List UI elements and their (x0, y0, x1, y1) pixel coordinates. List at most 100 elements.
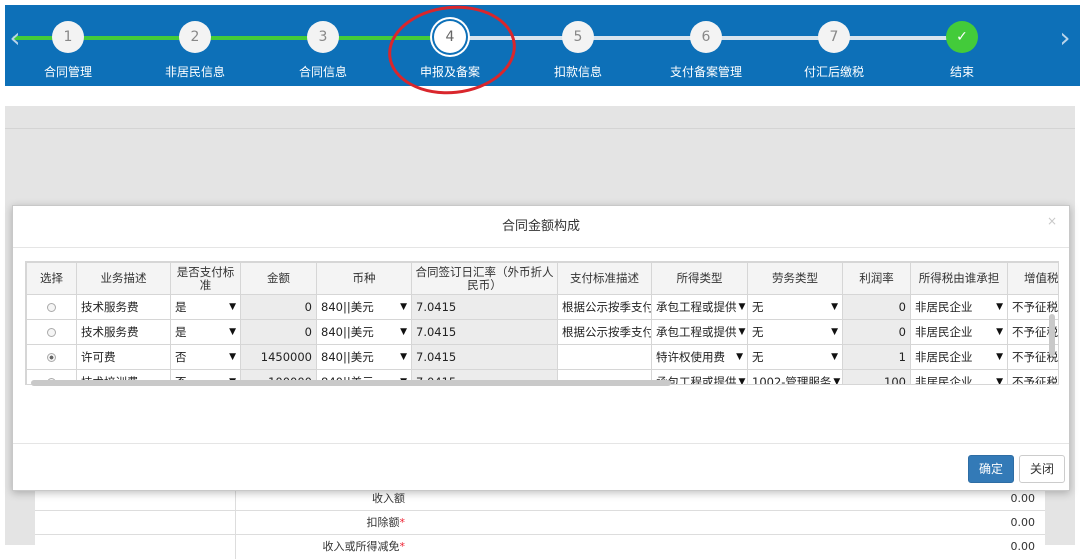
step-number: 2 (179, 21, 211, 53)
exchange-rate: 7.0415 (416, 300, 457, 314)
labor-type-select[interactable]: 无 ▼ (752, 324, 838, 340)
form-label: 扣除额* (366, 516, 406, 529)
step-number: 7 (818, 21, 850, 53)
dropdown-arrow-icon: ▼ (996, 302, 1003, 312)
income-type-select[interactable]: 特许权使用费 ▼ (656, 349, 743, 365)
divider (5, 128, 1075, 129)
business-desc: 技术服务费 (81, 300, 139, 314)
tax-payer-select[interactable]: 非居民企业 ▼ (915, 324, 1003, 340)
form-value: 0.00 (1010, 516, 1036, 529)
dialog-footer-divider (13, 443, 1069, 444)
labor-type-select[interactable]: 无 ▼ (752, 299, 838, 315)
col-header: 选择 (26, 262, 77, 295)
step-label: 扣款信息 (553, 65, 602, 79)
tax-payer-select[interactable]: 非居民企业 ▼ (915, 374, 1003, 384)
form-row: 扣除额* 0.00 (35, 510, 1045, 535)
col-header: 增值税由 (1007, 262, 1058, 295)
standard-desc: 根据公示按季支付 (562, 325, 652, 339)
step-7[interactable]: 7 付汇后缴税 (779, 21, 889, 80)
step-label: 付汇后缴税 (803, 65, 864, 79)
amount-input[interactable]: 0 (305, 300, 312, 314)
exchange-rate: 7.0415 (416, 350, 457, 364)
col-header: 所得类型 (651, 262, 748, 295)
table-row: 技术服务费 是 ▼ 0 840||美元 ▼ 7.0415 根据公示按季支付 承包工程… (26, 294, 1058, 320)
dropdown-arrow-icon: ▼ (996, 327, 1003, 337)
row-select-radio[interactable] (47, 328, 56, 337)
labor-type-select[interactable]: 无 ▼ (752, 349, 838, 365)
progress-stepper: ‹ › 1 合同管理 2 非居民信息 3 合同信息 4 申报及备案 5 扣款信息… (5, 5, 1080, 86)
dropdown-arrow-icon: ▼ (831, 327, 838, 337)
profit-rate[interactable]: 0 (899, 325, 906, 339)
step-3[interactable]: 3 合同信息 (268, 21, 378, 80)
dropdown-arrow-icon: ▼ (996, 352, 1003, 362)
amount-input[interactable]: 1450000 (261, 350, 312, 364)
step-1[interactable]: 1 合同管理 (13, 21, 123, 80)
dropdown-arrow-icon: ▼ (229, 352, 236, 362)
row-select-radio[interactable] (47, 303, 56, 312)
tax-payer-select[interactable]: 非居民企业 ▼ (915, 349, 1003, 365)
currency-select[interactable]: 840||美元▼ (321, 299, 407, 315)
exchange-rate: 7.0415 (416, 325, 457, 339)
form-row: 收入或所得减免* 0.00 (35, 534, 1045, 559)
amount-table: 选择 业务描述 是否支付标准 金额 币种 合同签订日汇率（外币折人民币） 支付标… (25, 261, 1059, 385)
row-select-radio[interactable] (47, 353, 56, 362)
standard-desc: 根据公示按季支付 (562, 300, 652, 314)
confirm-button[interactable]: 确定 (968, 455, 1015, 483)
form-value: 0.00 (1010, 540, 1036, 553)
col-header: 金额 (240, 262, 317, 295)
amount-input[interactable]: 0 (305, 325, 312, 339)
col-header: 劳务类型 (747, 262, 843, 295)
dropdown-arrow-icon: ▼ (831, 302, 838, 312)
step-finish[interactable]: ✓ 结束 (907, 21, 1017, 80)
col-header: 利润率 (842, 262, 911, 295)
stepper-next-icon[interactable]: › (1055, 23, 1075, 53)
income-type-select[interactable]: 承包工程或提供 ▼ (656, 299, 746, 315)
currency-select[interactable]: 840||美元▼ (321, 349, 407, 365)
labor-type-select[interactable]: 1002-管理服务 ▼ (752, 374, 841, 385)
vertical-scrollbar[interactable] (1049, 314, 1055, 356)
close-icon[interactable]: × (1047, 214, 1057, 228)
vat-payer[interactable]: 不予征税 (1012, 300, 1058, 314)
table-row: 技术服务费 是 ▼ 0 840||美元 ▼ 7.0415 根据公示按季支付 承包工程… (26, 319, 1058, 345)
currency-select[interactable]: 840||美元▼ (321, 324, 407, 340)
form-label: 收入或所得减免* (322, 540, 406, 553)
col-header: 所得税由谁承担 (910, 262, 1008, 295)
is-standard-select[interactable]: 是 ▼ (175, 299, 236, 315)
col-header: 合同签订日汇率（外币折人民币） (411, 262, 558, 295)
business-desc: 许可费 (81, 350, 116, 364)
dropdown-arrow-icon: ▼ (738, 302, 746, 312)
step-6[interactable]: 6 支付备案管理 (651, 21, 761, 80)
step-label: 合同管理 (43, 65, 92, 79)
dropdown-arrow-icon: ▼ (229, 327, 236, 337)
is-standard-select[interactable]: 否▼ (175, 349, 236, 365)
step-5[interactable]: 5 扣款信息 (523, 21, 633, 80)
tax-payer-select[interactable]: 非居民企业 ▼ (915, 299, 1003, 315)
dropdown-arrow-icon: ▼ (400, 302, 407, 312)
step-2[interactable]: 2 非居民信息 (140, 21, 250, 80)
contract-amount-dialog: 合同金额构成 × 选择 业务描述 是否支付标准 金额 币种 合同签订日汇率（外币… (12, 205, 1070, 491)
step-number: 1 (52, 21, 84, 53)
table-row: 许可费 否 ▼ 1450000 840||美元 ▼ 7.0415 特许权使用费 ▼ 无… (26, 344, 1058, 370)
dialog-title: 合同金额构成 (13, 206, 1069, 248)
dropdown-arrow-icon: ▼ (738, 377, 746, 385)
business-desc: 技术服务费 (81, 325, 139, 339)
dropdown-arrow-icon: ▼ (738, 327, 746, 337)
step-label: 非居民信息 (164, 65, 225, 79)
profit-rate[interactable]: 1 (899, 350, 906, 364)
step-number: 5 (562, 21, 594, 53)
vat-payer[interactable]: 不予征税 (1012, 375, 1058, 384)
step-label: 结束 (949, 65, 974, 79)
income-type-select[interactable]: 承包工程或提供 ▼ (656, 324, 746, 340)
col-header: 支付标准描述 (557, 262, 652, 295)
col-header: 业务描述 (76, 262, 171, 295)
profit-rate[interactable]: 0 (899, 300, 906, 314)
dropdown-arrow-icon: ▼ (400, 352, 407, 362)
step-label: 合同信息 (298, 65, 347, 79)
step-label: 支付备案管理 (669, 65, 742, 79)
close-button[interactable]: 关闭 (1019, 455, 1066, 483)
horizontal-scrollbar[interactable] (31, 380, 671, 386)
profit-rate[interactable]: 100 (884, 375, 906, 384)
dropdown-arrow-icon: ▼ (833, 377, 841, 385)
is-standard-select[interactable]: 是 ▼ (175, 324, 236, 340)
col-header: 是否支付标准 (170, 262, 241, 295)
